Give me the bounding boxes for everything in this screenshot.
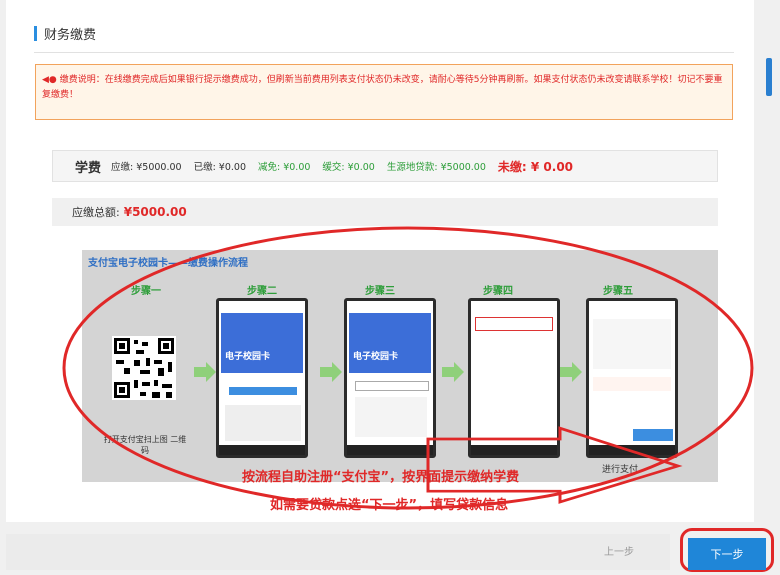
payment-notice: ◀● 缴费说明：在线缴费完成后如果银行提示缴费成功，但刷新当前费用列表支付状态仍未… xyxy=(35,64,733,120)
prev-button[interactable]: 上一步 xyxy=(604,543,634,558)
phone-navbar xyxy=(347,445,433,455)
fee-row: 学费 应缴: ¥5000.00 已缴: ¥0.00 减免: ¥0.00 缓交: … xyxy=(52,150,718,182)
fee-deferred: 缓交: ¥0.00 xyxy=(322,162,375,173)
payment-flow-image: 支付宝电子校园卡——缴费操作流程 步骤一 步骤二 步骤三 步骤四 步骤五 打开支… xyxy=(82,250,718,482)
step-label-1: 步骤一 xyxy=(131,286,161,297)
total-amount: ¥5000.00 xyxy=(123,205,187,219)
overlay-instruction-1: 按流程自助注册“支付宝”，按界面提示缴纳学费 xyxy=(242,470,520,485)
divider xyxy=(34,52,734,53)
fee-unpaid: 未缴: ¥ 0.00 xyxy=(497,159,574,174)
overlay-instruction-2: 如需要贷款点选“下一步”，填写贷款信息 xyxy=(270,498,509,513)
section-title: 财务缴费 xyxy=(34,24,96,43)
terms-text-image xyxy=(225,405,301,441)
step1-caption: 打开支付宝扫上图 二维码 xyxy=(103,435,187,455)
fee-due: 应缴: ¥5000.00 xyxy=(111,162,182,173)
fee-name: 学费 xyxy=(75,160,102,176)
qr-code-icon xyxy=(112,336,176,400)
search-box-image xyxy=(355,381,429,391)
service-grid-image xyxy=(355,397,427,437)
phone-screenshot-step2: 电子校园卡 xyxy=(216,298,308,458)
next-button[interactable]: 下一步 xyxy=(688,538,766,570)
title-accent-bar xyxy=(34,26,37,41)
campus-card-banner xyxy=(221,313,303,373)
total-row: 应缴总额: ¥5000.00 xyxy=(52,198,718,226)
payment-info-image xyxy=(593,377,671,391)
step-label-5: 步骤五 xyxy=(603,286,633,297)
phone-screenshot-step3: 电子校园卡 xyxy=(344,298,436,458)
notice-text: 缴费说明：在线缴费完成后如果银行提示缴费成功，但刷新当前费用列表支付状态仍未改变… xyxy=(42,75,723,100)
phone-navbar xyxy=(471,445,557,455)
pay-button-image xyxy=(633,429,673,441)
fee-paid: 已缴: ¥0.00 xyxy=(193,162,246,173)
banner-text: 电子校园卡 xyxy=(353,352,399,362)
phone-screenshot-step4 xyxy=(468,298,560,458)
step-label-3: 步骤三 xyxy=(365,286,395,297)
banner-text: 电子校园卡 xyxy=(225,352,271,362)
flow-title: 支付宝电子校园卡——缴费操作流程 xyxy=(88,258,248,269)
footer-bar xyxy=(6,534,670,570)
phone-navbar xyxy=(219,445,305,455)
scrollbar[interactable] xyxy=(766,58,772,96)
fee-loan: 生源地贷款: ¥5000.00 xyxy=(386,162,486,173)
total-label: 应缴总额: xyxy=(72,206,120,219)
campus-card-banner xyxy=(349,313,431,373)
step-label-4: 步骤四 xyxy=(483,286,513,297)
fee-reduced: 减免: ¥0.00 xyxy=(258,162,311,173)
horn-icon: ◀● xyxy=(42,75,57,85)
step5-caption: 进行支付 xyxy=(602,465,639,475)
register-button-image xyxy=(229,387,297,395)
fee-item-highlight xyxy=(475,317,553,331)
order-details-image xyxy=(593,319,671,369)
phone-screenshot-step5 xyxy=(586,298,678,458)
phone-navbar xyxy=(589,445,675,455)
section-title-text: 财务缴费 xyxy=(44,28,97,43)
step-label-2: 步骤二 xyxy=(247,286,277,297)
